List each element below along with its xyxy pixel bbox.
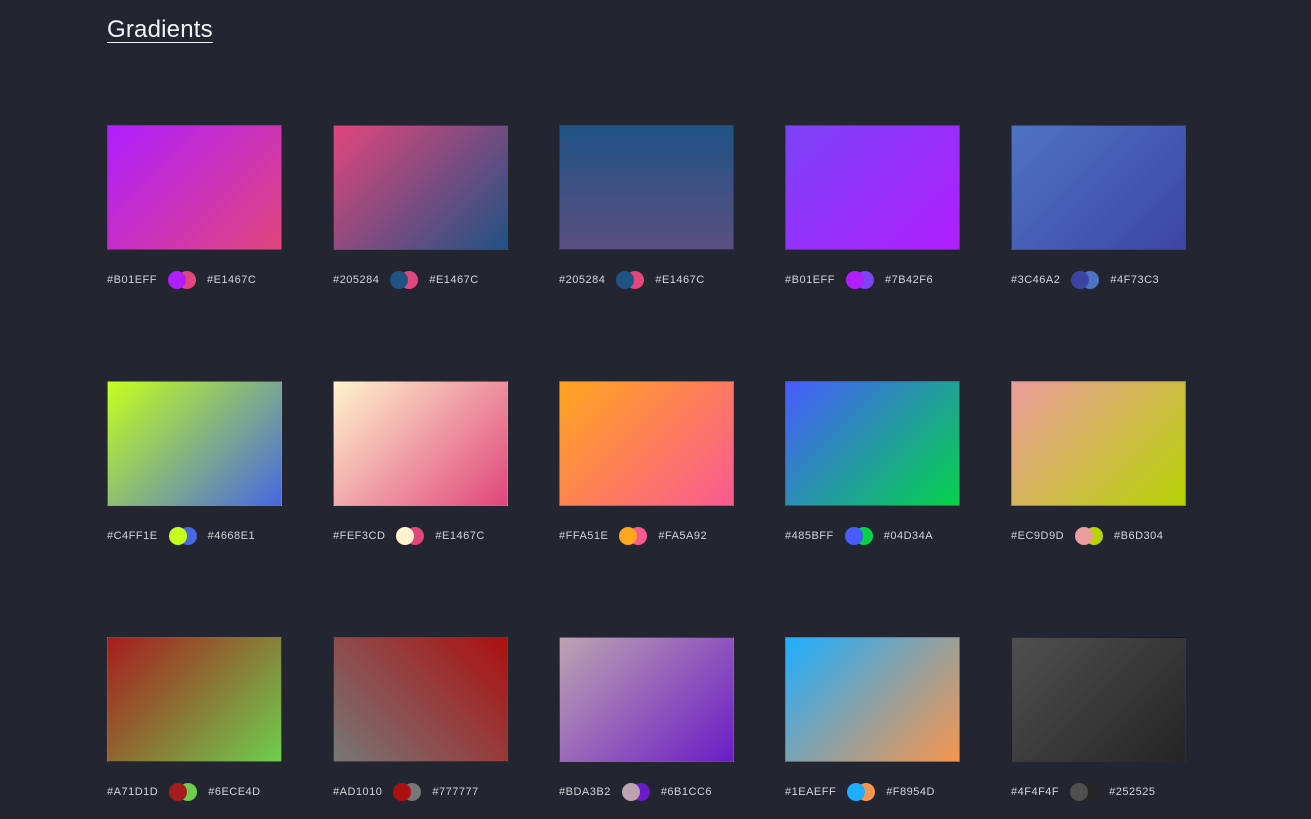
color-pair-icon — [622, 783, 650, 801]
gradient-card: #FEF3CD #E1467C — [333, 381, 508, 545]
color-pair-icon — [169, 527, 197, 545]
gradient-card: #485BFF #04D34A — [785, 381, 960, 545]
color-pair-icon — [845, 527, 873, 545]
gradient-end-hex: #4668E1 — [208, 530, 256, 542]
color-pair-icon — [1070, 783, 1098, 801]
gradient-end-hex: #B6D304 — [1114, 530, 1163, 542]
gradient-swatch[interactable] — [785, 381, 960, 506]
gradient-label: #485BFF #04D34A — [785, 527, 960, 545]
gradient-end-hex: #6ECE4D — [208, 786, 260, 798]
gradient-label: #FFA51E #FA5A92 — [559, 527, 734, 545]
gradient-label: #4F4F4F #252525 — [1011, 783, 1186, 801]
gradient-end-hex: #252525 — [1109, 786, 1155, 798]
gradient-end-hex: #FA5A92 — [658, 530, 707, 542]
gradient-grid: #B01EFF #E1467C #205284 #E1467C #205284 — [107, 125, 1311, 801]
gradient-start-hex: #1EAEFF — [785, 786, 836, 798]
gradient-card: #BDA3B2 #6B1CC6 — [559, 637, 734, 801]
gradient-swatch[interactable] — [559, 381, 734, 506]
gradient-start-hex: #205284 — [333, 274, 379, 286]
gradient-start-hex: #4F4F4F — [1011, 786, 1059, 798]
gradient-swatch[interactable] — [333, 125, 508, 250]
gradient-end-hex: #E1467C — [655, 274, 704, 286]
gradient-end-hex: #6B1CC6 — [661, 786, 712, 798]
gradient-end-hex: #E1467C — [429, 274, 478, 286]
gradient-end-hex: #4F73C3 — [1110, 274, 1159, 286]
gradient-swatch[interactable] — [785, 637, 960, 762]
start-color-dot-icon — [845, 527, 863, 545]
gradient-card: #B01EFF #7B42F6 — [785, 125, 960, 289]
gradient-swatch[interactable] — [1011, 637, 1186, 762]
page-content: Gradients #B01EFF #E1467C #205284 #E1467… — [0, 0, 1311, 801]
color-pair-icon — [1075, 527, 1103, 545]
gradient-card: #1EAEFF #F8954D — [785, 637, 960, 801]
gradient-card: #B01EFF #E1467C — [107, 125, 282, 289]
gradient-card: #AD1010 #777777 — [333, 637, 508, 801]
gradient-card: #3C46A2 #4F73C3 — [1011, 125, 1186, 289]
gradient-swatch[interactable] — [559, 637, 734, 762]
start-color-dot-icon — [168, 271, 186, 289]
gradient-end-hex: #E1467C — [207, 274, 256, 286]
color-pair-icon — [168, 271, 196, 289]
gradient-swatch[interactable] — [333, 381, 508, 506]
gradient-swatch[interactable] — [1011, 381, 1186, 506]
gradient-start-hex: #B01EFF — [107, 274, 157, 286]
gradient-start-hex: #3C46A2 — [1011, 274, 1060, 286]
gradient-swatch[interactable] — [107, 381, 282, 506]
start-color-dot-icon — [169, 527, 187, 545]
gradient-start-hex: #B01EFF — [785, 274, 835, 286]
gradient-swatch[interactable] — [559, 125, 734, 250]
gradient-start-hex: #C4FF1E — [107, 530, 158, 542]
gradient-label: #EC9D9D #B6D304 — [1011, 527, 1186, 545]
gradient-start-hex: #205284 — [559, 274, 605, 286]
gradient-label: #C4FF1E #4668E1 — [107, 527, 282, 545]
gradient-label: #A71D1D #6ECE4D — [107, 783, 282, 801]
gradient-label: #B01EFF #7B42F6 — [785, 271, 960, 289]
start-color-dot-icon — [846, 271, 864, 289]
gradient-end-hex: #777777 — [432, 786, 478, 798]
page-title: Gradients — [107, 16, 213, 44]
gradient-swatch[interactable] — [1011, 125, 1186, 250]
color-pair-icon — [847, 783, 875, 801]
gradient-start-hex: #FFA51E — [559, 530, 608, 542]
gradient-start-hex: #BDA3B2 — [559, 786, 611, 798]
color-pair-icon — [1071, 271, 1099, 289]
gradient-label: #FEF3CD #E1467C — [333, 527, 508, 545]
gradient-label: #3C46A2 #4F73C3 — [1011, 271, 1186, 289]
start-color-dot-icon — [1075, 527, 1093, 545]
gradient-card: #EC9D9D #B6D304 — [1011, 381, 1186, 545]
gradient-end-hex: #E1467C — [435, 530, 484, 542]
gradient-card: #4F4F4F #252525 — [1011, 637, 1186, 801]
gradient-label: #AD1010 #777777 — [333, 783, 508, 801]
color-pair-icon — [619, 527, 647, 545]
gradient-label: #BDA3B2 #6B1CC6 — [559, 783, 734, 801]
gradient-card: #C4FF1E #4668E1 — [107, 381, 282, 545]
color-pair-icon — [396, 527, 424, 545]
gradient-label: #1EAEFF #F8954D — [785, 783, 960, 801]
gradient-label: #205284 #E1467C — [559, 271, 734, 289]
gradient-swatch[interactable] — [107, 125, 282, 250]
gradient-card: #FFA51E #FA5A92 — [559, 381, 734, 545]
gradient-end-hex: #F8954D — [886, 786, 935, 798]
gradient-start-hex: #A71D1D — [107, 786, 158, 798]
gradient-label: #205284 #E1467C — [333, 271, 508, 289]
gradient-start-hex: #FEF3CD — [333, 530, 385, 542]
gradient-start-hex: #485BFF — [785, 530, 834, 542]
gradient-card: #205284 #E1467C — [559, 125, 734, 289]
color-pair-icon — [390, 271, 418, 289]
gradient-end-hex: #04D34A — [884, 530, 933, 542]
color-pair-icon — [393, 783, 421, 801]
gradient-label: #B01EFF #E1467C — [107, 271, 282, 289]
gradient-swatch[interactable] — [785, 125, 960, 250]
gradient-swatch[interactable] — [107, 637, 282, 762]
color-pair-icon — [846, 271, 874, 289]
color-pair-icon — [169, 783, 197, 801]
gradient-card: #A71D1D #6ECE4D — [107, 637, 282, 801]
color-pair-icon — [616, 271, 644, 289]
gradient-end-hex: #7B42F6 — [885, 274, 933, 286]
gradient-start-hex: #EC9D9D — [1011, 530, 1064, 542]
gradient-swatch[interactable] — [333, 637, 508, 762]
gradient-start-hex: #AD1010 — [333, 786, 382, 798]
gradient-card: #205284 #E1467C — [333, 125, 508, 289]
start-color-dot-icon — [622, 783, 640, 801]
